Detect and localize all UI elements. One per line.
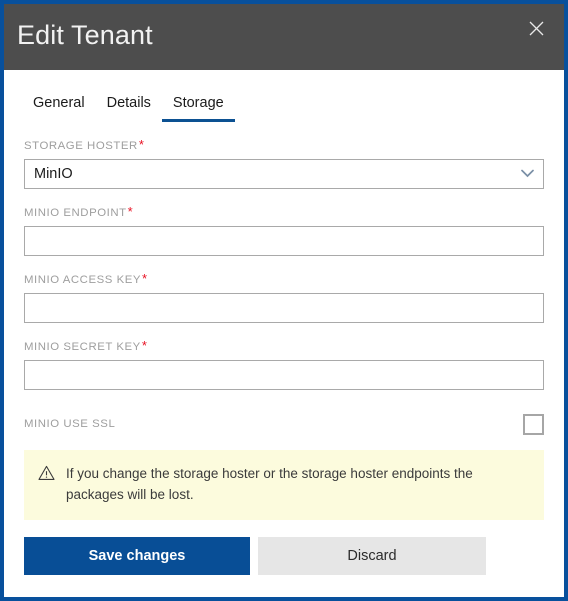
minio-endpoint-input-wrap[interactable] [24, 226, 544, 256]
dialog-title: Edit Tenant [17, 20, 153, 50]
minio-secret-key-label: MINIO SECRET KEY* [24, 338, 148, 353]
dialog-actions: Save changes Discard [24, 537, 544, 575]
warning-banner: If you change the storage hoster or the … [24, 450, 544, 520]
field-minio-use-ssl: MINIO USE SSL [24, 412, 544, 436]
required-asterisk: * [127, 204, 134, 219]
tab-details[interactable]: Details [96, 94, 162, 122]
dialog-titlebar: Edit Tenant [4, 4, 564, 70]
tab-bar: General Details Storage [24, 70, 544, 122]
minio-use-ssl-label: MINIO USE SSL [24, 418, 116, 430]
close-button[interactable] [518, 12, 554, 44]
minio-secret-key-input-wrap[interactable] [24, 360, 544, 390]
required-asterisk: * [138, 137, 145, 152]
field-minio-secret-key: MINIO SECRET KEY* [24, 339, 544, 390]
discard-button[interactable]: Discard [258, 537, 486, 575]
required-asterisk: * [142, 271, 148, 286]
required-asterisk: * [141, 338, 148, 353]
minio-access-key-label: MINIO ACCESS KEY* [24, 271, 148, 286]
field-storage-hoster: STORAGE HOSTER* MinIO [24, 138, 544, 189]
field-minio-endpoint: MINIO ENDPOINT* [24, 205, 544, 256]
dialog-body: General Details Storage STORAGE HOSTER* … [4, 70, 564, 597]
storage-hoster-label: STORAGE HOSTER* [24, 137, 145, 152]
minio-endpoint-label: MINIO ENDPOINT* [24, 204, 134, 219]
storage-hoster-select[interactable]: MinIO [24, 159, 544, 189]
storage-hoster-value: MinIO [34, 166, 73, 182]
tab-storage[interactable]: Storage [161, 94, 235, 122]
minio-access-key-input-wrap[interactable] [24, 293, 544, 323]
chevron-down-icon [521, 165, 534, 183]
close-icon [529, 21, 544, 36]
save-changes-button[interactable]: Save changes [24, 537, 250, 575]
minio-use-ssl-checkbox[interactable] [523, 413, 544, 435]
field-minio-access-key: MINIO ACCESS KEY* [24, 272, 544, 323]
warning-text: If you change the storage hoster or the … [66, 466, 473, 502]
tab-general[interactable]: General [24, 94, 96, 122]
warning-triangle-icon [38, 465, 55, 486]
edit-tenant-dialog: Edit Tenant General Details Storage STOR… [0, 0, 568, 601]
storage-form: STORAGE HOSTER* MinIO MINIO ENDPOINT* MI… [24, 122, 544, 520]
